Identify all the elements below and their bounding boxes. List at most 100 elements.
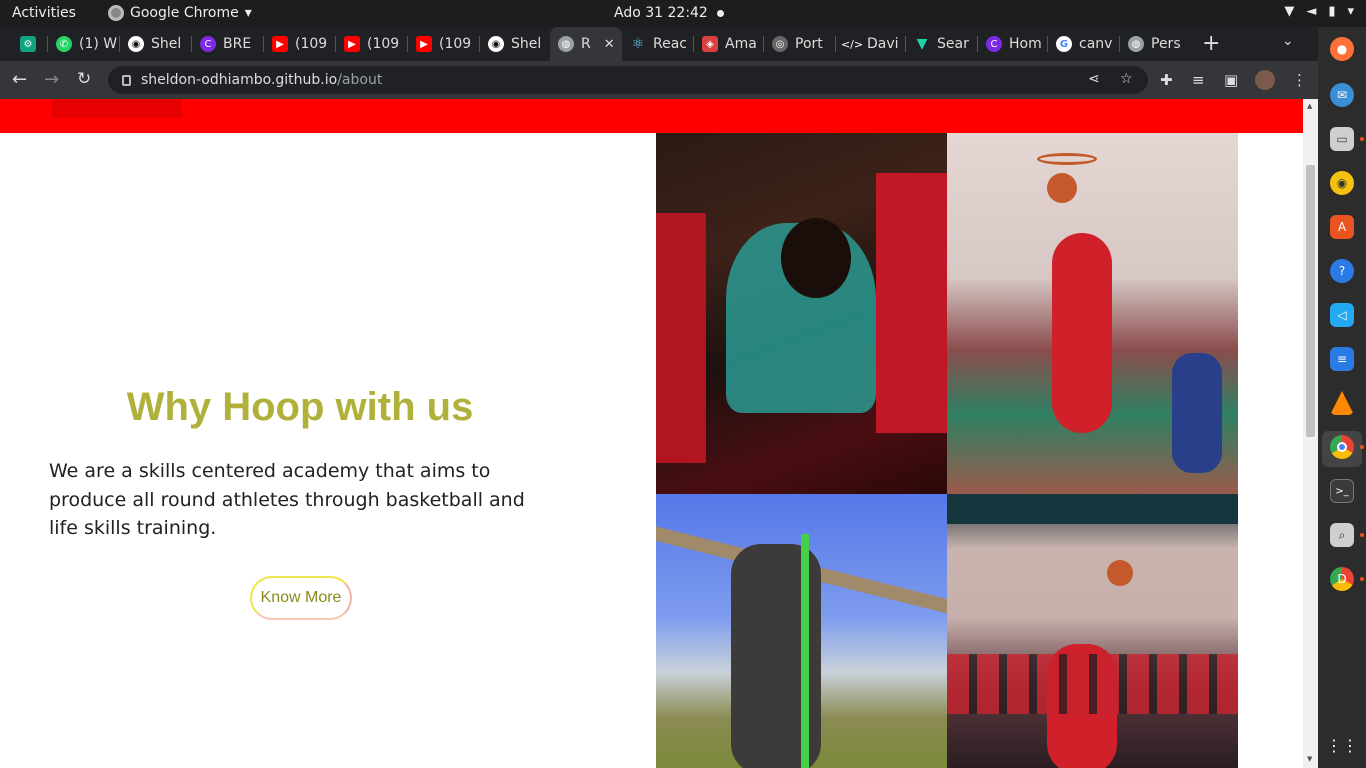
tab-label: Shel <box>151 36 182 52</box>
tab[interactable]: ▼ Sear <box>906 31 978 57</box>
close-icon[interactable]: ✕ <box>604 37 615 52</box>
chatgpt-icon: ⚙ <box>20 36 36 52</box>
volume-icon: ◄ <box>1306 4 1317 19</box>
google-icon: G <box>1056 36 1072 52</box>
header-nav-stub <box>52 99 182 118</box>
tab[interactable]: ⚛ Reac <box>622 31 694 57</box>
canva-icon: C <box>200 36 216 52</box>
photo-pullup-training <box>656 494 947 768</box>
lock-icon[interactable] <box>122 74 131 86</box>
reload-icon[interactable]: ↻ <box>77 69 91 89</box>
tab[interactable]: C Hom <box>978 31 1048 57</box>
more-menu-icon[interactable]: ⋮ <box>1292 71 1307 89</box>
chevron-down-icon[interactable]: ⌄ <box>1282 33 1294 49</box>
system-tray[interactable]: ▼ ◄ ▮ ▾ <box>1284 4 1354 19</box>
code-icon: </> <box>840 37 864 51</box>
vuetify-icon: ▼ <box>916 36 928 52</box>
section-heading: Why Hoop with us <box>126 385 474 429</box>
tab[interactable]: G canv <box>1048 31 1120 57</box>
tab[interactable]: ▶ (109 <box>264 31 336 57</box>
running-indicator <box>1360 445 1364 449</box>
photo-team-huddle <box>656 133 947 494</box>
tab-label: (109 <box>295 36 328 52</box>
software-icon[interactable]: A <box>1330 215 1354 239</box>
tab[interactable]: ▶ (109 <box>408 31 480 57</box>
wifi-icon: ▼ <box>1284 4 1295 19</box>
red-jersey <box>656 213 706 463</box>
tab-label: BRE <box>223 36 252 52</box>
tab-label: (109 <box>439 36 472 52</box>
chrome-center-icon <box>1337 442 1347 452</box>
running-indicator <box>1360 577 1364 581</box>
vlc-icon[interactable] <box>1330 391 1354 415</box>
tab[interactable]: C BRE <box>192 31 264 57</box>
clock[interactable]: Ado 31 22:42 <box>614 5 708 21</box>
terminal-icon[interactable]: >_ <box>1330 479 1354 503</box>
tab[interactable]: ✆ (1) W <box>48 31 120 57</box>
red-jersey <box>876 173 947 433</box>
player-jumping <box>1052 233 1112 433</box>
share-icon[interactable]: ⋖ <box>1088 71 1100 87</box>
tab[interactable]: ◈ Ama <box>694 31 764 57</box>
cake-icon: ◈ <box>702 36 718 52</box>
battery-icon: ▮ <box>1328 4 1336 19</box>
tab[interactable]: ◉ Shel <box>120 31 192 57</box>
know-more-button[interactable]: Know More <box>250 576 352 620</box>
reading-list-icon[interactable]: ≡ <box>1192 71 1205 89</box>
portfolio-icon: ◎ <box>772 36 788 52</box>
tab[interactable]: </> Davi <box>836 31 906 57</box>
tab-label: Reac <box>653 36 687 52</box>
tab[interactable]: ◎ Port <box>764 31 836 57</box>
app-menu[interactable]: Google Chrome ▾ <box>108 5 252 21</box>
tab-active[interactable]: ◍ R ✕ <box>550 27 622 61</box>
writer-icon[interactable]: ≡ <box>1330 347 1354 371</box>
ubuntu-dock: ● ✉ ▭ ◉ A ? ◁ ≡ >_ ⌕ D ⋮⋮ <box>1318 27 1366 768</box>
canva-icon: C <box>986 36 1002 52</box>
extensions-icon[interactable]: ✚ <box>1160 71 1173 89</box>
notification-dot-icon <box>717 10 724 17</box>
tab-label: R <box>581 36 591 52</box>
running-indicator <box>1360 137 1364 141</box>
side-panel-icon[interactable]: ▣ <box>1224 71 1238 89</box>
forward-arrow-icon[interactable]: → <box>44 69 59 90</box>
chrome-icon[interactable] <box>1330 435 1354 459</box>
chrome-dev-icon[interactable]: D <box>1330 567 1354 591</box>
page-scrollbar[interactable]: ▲ ▼ <box>1303 99 1318 768</box>
globe-icon: ◍ <box>1128 36 1144 52</box>
app-name: Google Chrome <box>130 5 239 21</box>
url-text[interactable]: sheldon-odhiambo.github.io/about <box>141 72 382 88</box>
activities-button[interactable]: Activities <box>12 5 76 21</box>
thunderbird-icon[interactable]: ✉ <box>1330 83 1354 107</box>
tab-label: (1) W <box>79 36 118 52</box>
search-tool-icon[interactable]: ⌕ <box>1330 523 1354 547</box>
firefox-icon[interactable]: ● <box>1330 37 1354 61</box>
star-icon[interactable]: ☆ <box>1120 71 1133 87</box>
tab[interactable]: ◉ Shel <box>480 31 550 57</box>
tab[interactable]: ◍ Pers <box>1120 31 1192 57</box>
vscode-icon[interactable]: ◁ <box>1330 303 1354 327</box>
globe-icon: ◍ <box>558 36 574 52</box>
running-indicator <box>1360 533 1364 537</box>
help-icon[interactable]: ? <box>1330 259 1354 283</box>
youtube-icon: ▶ <box>344 36 360 52</box>
url-host: sheldon-odhiambo.github.io <box>141 72 338 88</box>
tab-label: Shel <box>511 36 542 52</box>
tab-strip: ⚙ ✆ (1) W ◉ Shel C BRE ▶ (109 ▶ (109 ▶ (… <box>0 27 1318 61</box>
rhythmbox-icon[interactable]: ◉ <box>1330 171 1354 195</box>
defender <box>1172 353 1222 473</box>
photo-layup <box>947 494 1238 768</box>
tab[interactable]: ⚙ <box>12 31 48 57</box>
app-grid-icon[interactable]: ⋮⋮ <box>1326 733 1358 757</box>
scroll-up-icon[interactable]: ▲ <box>1307 102 1312 110</box>
scrollbar-thumb[interactable] <box>1306 165 1315 437</box>
files-icon[interactable]: ▭ <box>1330 127 1354 151</box>
tab-label: Pers <box>1151 36 1181 52</box>
tab-label: Hom <box>1009 36 1042 52</box>
address-bar[interactable]: sheldon-odhiambo.github.io/about ⋖ ☆ <box>108 66 1148 94</box>
new-tab-icon[interactable]: + <box>1202 31 1220 56</box>
scroll-down-icon[interactable]: ▼ <box>1307 755 1312 763</box>
back-arrow-icon[interactable]: ← <box>12 69 27 90</box>
avatar[interactable] <box>1255 70 1275 90</box>
react-icon: ⚛ <box>631 36 645 52</box>
tab[interactable]: ▶ (109 <box>336 31 408 57</box>
